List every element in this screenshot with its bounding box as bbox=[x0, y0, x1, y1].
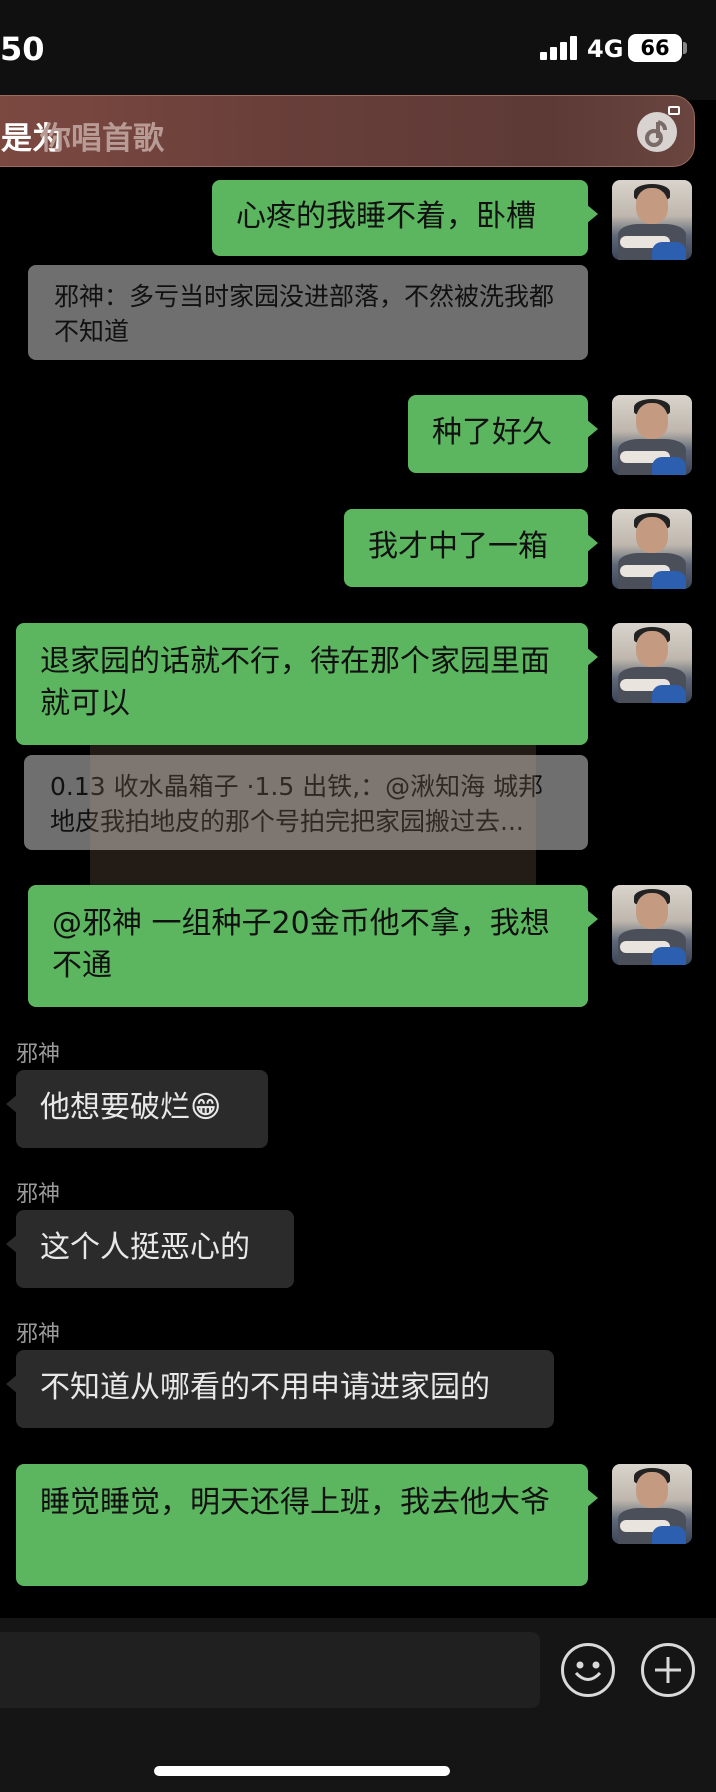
message-received[interactable]: 他想要破烂😁 bbox=[6, 1070, 268, 1148]
smiley-icon[interactable] bbox=[561, 1643, 615, 1697]
message-received[interactable]: 不知道从哪看的不用申请进家园的 bbox=[6, 1350, 554, 1428]
avatar[interactable] bbox=[612, 623, 692, 703]
message-sent[interactable]: 我才中了一箱 bbox=[344, 509, 598, 587]
message-text: 心疼的我睡不着，卧槽 bbox=[236, 199, 536, 234]
message-sent[interactable]: 退家园的话就不行，待在那个家园里面就可以 bbox=[16, 623, 598, 745]
message-text: 睡觉睡觉，明天还得上班，我去他大爷 bbox=[40, 1485, 550, 1520]
message-text: @邪神 一组种子20金币他不拿，我想不通 bbox=[52, 906, 550, 983]
message-text: 退家园的话就不行，待在那个家园里面就可以 bbox=[40, 644, 550, 721]
avatar[interactable] bbox=[612, 509, 692, 589]
screen-overlay bbox=[90, 745, 536, 885]
avatar[interactable] bbox=[612, 180, 692, 260]
avatar[interactable] bbox=[612, 395, 692, 475]
status-time: 50 bbox=[0, 30, 45, 68]
message-sent[interactable]: 睡觉睡觉，明天还得上班，我去他大爷 bbox=[16, 1464, 598, 1586]
message-sent[interactable]: @邪神 一组种子20金币他不拿，我想不通 bbox=[28, 885, 598, 1007]
message-received[interactable]: 这个人挺恶心的 bbox=[6, 1210, 294, 1288]
message-text: 他想要破烂😁 bbox=[40, 1090, 222, 1125]
message-text: 我才中了一箱 bbox=[368, 529, 548, 564]
message-text: 这个人挺恶心的 bbox=[40, 1230, 250, 1265]
sender-name: 邪神 bbox=[16, 1042, 61, 1067]
battery-tip bbox=[683, 42, 687, 54]
quote-text: 邪神：多亏当时家园没进部落，不然被洗我都不知道 bbox=[54, 282, 555, 346]
banner-badge-icon bbox=[668, 106, 680, 115]
battery-icon: 66 bbox=[628, 34, 682, 62]
signal-icon bbox=[540, 36, 582, 60]
message-text: 种了好久 bbox=[432, 415, 552, 450]
banner-text: 你唱首歌 bbox=[40, 121, 164, 157]
home-indicator[interactable] bbox=[154, 1766, 450, 1776]
message-text: 不知道从哪看的不用申请进家园的 bbox=[40, 1370, 490, 1405]
plus-circle-icon[interactable] bbox=[641, 1643, 695, 1697]
music-note-icon[interactable] bbox=[637, 112, 677, 152]
avatar[interactable] bbox=[612, 885, 692, 965]
network-type: 4G bbox=[587, 35, 624, 63]
status-bar: 50 4G 66 bbox=[0, 0, 716, 100]
message-sent[interactable]: 种了好久 bbox=[408, 395, 598, 473]
quoted-message[interactable]: 邪神：多亏当时家园没进部落，不然被洗我都不知道 bbox=[28, 265, 588, 360]
music-banner[interactable]: 是为 你唱首歌 bbox=[0, 95, 695, 167]
sender-name: 邪神 bbox=[16, 1182, 61, 1207]
message-input[interactable] bbox=[0, 1632, 540, 1708]
avatar[interactable] bbox=[612, 1464, 692, 1544]
message-sent[interactable]: 心疼的我睡不着，卧槽 bbox=[212, 180, 598, 256]
sender-name: 邪神 bbox=[16, 1322, 61, 1347]
